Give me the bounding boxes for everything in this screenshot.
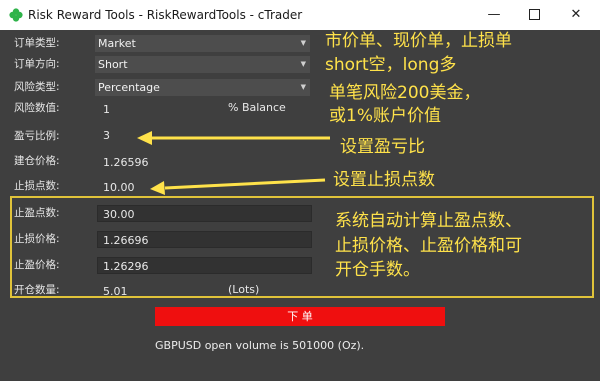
status-text: GBPUSD open volume is 501000 (Oz).	[155, 339, 365, 352]
arrow-left-icon	[137, 131, 330, 145]
place-order-button[interactable]: 下 单	[155, 307, 445, 326]
arrow-left-icon	[150, 178, 326, 195]
